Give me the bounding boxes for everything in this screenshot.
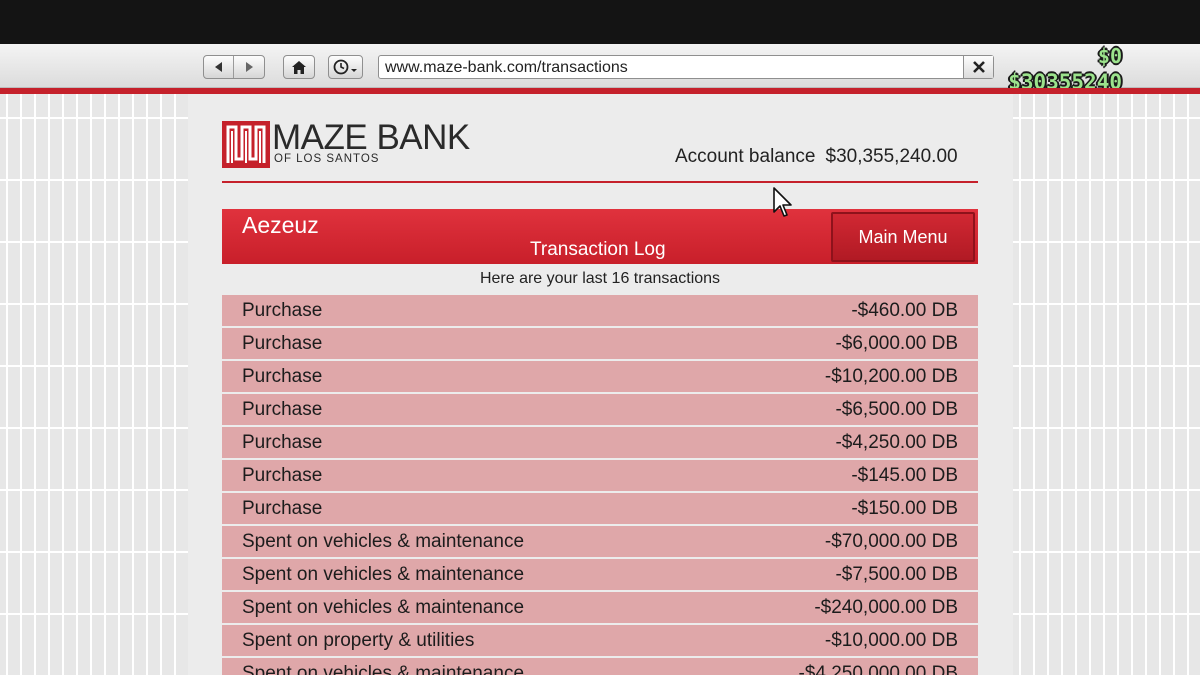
transaction-row: Purchase -$6,500.00 DB bbox=[222, 394, 978, 425]
logo-subtitle: OF LOS SANTOS bbox=[274, 153, 380, 165]
username: Aezeuz bbox=[242, 212, 319, 238]
home-button[interactable] bbox=[283, 55, 315, 79]
transaction-amount: -$460.00 DB bbox=[851, 299, 958, 321]
transaction-header: Aezeuz Transaction Log Main Menu bbox=[222, 209, 978, 264]
transaction-row: Purchase -$145.00 DB bbox=[222, 460, 978, 491]
background-pattern-left bbox=[0, 94, 188, 675]
top-bar bbox=[0, 0, 1200, 44]
transaction-description: Spent on vehicles & maintenance bbox=[242, 596, 525, 618]
transactions-summary: Here are your last 16 transactions bbox=[479, 270, 721, 287]
transaction-description: Spent on property & utilities bbox=[242, 629, 475, 651]
url-text[interactable]: www.maze-bank.com/transactions bbox=[385, 59, 628, 77]
transaction-row: Spent on vehicles & maintenance -$7,500.0… bbox=[222, 559, 978, 590]
transaction-row: Purchase -$4,250.00 DB bbox=[222, 427, 978, 458]
transaction-amount: -$240,000.00 DB bbox=[814, 596, 958, 618]
transaction-amount: -$150.00 DB bbox=[851, 497, 958, 519]
transaction-row: Purchase -$150.00 DB bbox=[222, 493, 978, 524]
transaction-description: Purchase bbox=[242, 332, 323, 354]
bank-page: MAZE BANK OF LOS SANTOS Account balance $… bbox=[188, 94, 1013, 675]
back-button[interactable] bbox=[204, 56, 234, 78]
nav-buttons bbox=[203, 55, 265, 79]
transaction-amount: -$10,000.00 DB bbox=[824, 629, 958, 651]
divider bbox=[222, 181, 978, 183]
x-icon bbox=[972, 61, 985, 73]
balance-label: Account balance bbox=[675, 146, 816, 167]
maze-logo-icon bbox=[222, 121, 270, 168]
history-button[interactable] bbox=[328, 55, 363, 79]
main-menu-button[interactable]: Main Menu bbox=[831, 212, 975, 262]
transaction-row: Spent on vehicles & maintenance -$70,000.… bbox=[222, 526, 978, 557]
hud-cash: $0 bbox=[1097, 44, 1122, 68]
transaction-description: Purchase bbox=[242, 464, 323, 486]
transaction-description: Purchase bbox=[242, 365, 323, 387]
house-icon bbox=[292, 60, 306, 74]
transaction-row: Purchase -$460.00 DB bbox=[222, 295, 978, 326]
transaction-row: Purchase -$10,200.00 DB bbox=[222, 361, 978, 392]
transaction-row: Spent on vehicles & maintenance -$240,000… bbox=[222, 592, 978, 623]
transaction-amount: -$10,200.00 DB bbox=[824, 365, 958, 387]
page-title: Transaction Log bbox=[530, 239, 666, 260]
transaction-description: Spent on vehicles & maintenance bbox=[242, 662, 525, 675]
transaction-amount: -$6,000.00 DB bbox=[835, 332, 958, 354]
transaction-description: Purchase bbox=[242, 398, 323, 420]
forward-button[interactable] bbox=[234, 56, 264, 78]
transaction-description: Purchase bbox=[242, 299, 323, 321]
transaction-amount: -$6,500.00 DB bbox=[835, 398, 958, 420]
arrow-right-icon bbox=[246, 62, 253, 72]
account-balance: Account balance $30,355,240.00 bbox=[675, 146, 958, 168]
logo-title: MAZE BANK bbox=[272, 118, 470, 157]
transaction-amount: -$4,250,000.00 DB bbox=[798, 662, 958, 675]
transaction-description: Purchase bbox=[242, 497, 323, 519]
transaction-row: Purchase -$6,000.00 DB bbox=[222, 328, 978, 359]
arrow-left-icon bbox=[214, 62, 222, 72]
balance-value: $30,355,240.00 bbox=[825, 146, 958, 167]
transaction-amount: -$70,000.00 DB bbox=[824, 530, 958, 552]
transaction-amount: -$4,250.00 DB bbox=[835, 431, 958, 453]
transaction-description: Spent on vehicles & maintenance bbox=[242, 563, 525, 585]
maze-bank-logo: MAZE BANK OF LOS SANTOS bbox=[222, 118, 488, 169]
transaction-description: Spent on vehicles & maintenance bbox=[242, 530, 525, 552]
clear-url-button[interactable] bbox=[963, 56, 993, 78]
transaction-description: Purchase bbox=[242, 431, 323, 453]
background-pattern-right bbox=[1013, 94, 1200, 675]
transaction-list: Purchase -$460.00 DB Purchase -$6,000.00 D… bbox=[222, 295, 978, 675]
transaction-amount: -$145.00 DB bbox=[851, 464, 958, 486]
transaction-row: Spent on property & utilities -$10,000.00… bbox=[222, 625, 978, 656]
transaction-row: Spent on vehicles & maintenance -$4,250,0… bbox=[222, 658, 978, 675]
address-bar[interactable]: www.maze-bank.com/transactions bbox=[378, 55, 994, 79]
clock-icon bbox=[333, 59, 357, 75]
transaction-amount: -$7,500.00 DB bbox=[835, 563, 958, 585]
mouse-cursor-icon bbox=[773, 187, 792, 217]
